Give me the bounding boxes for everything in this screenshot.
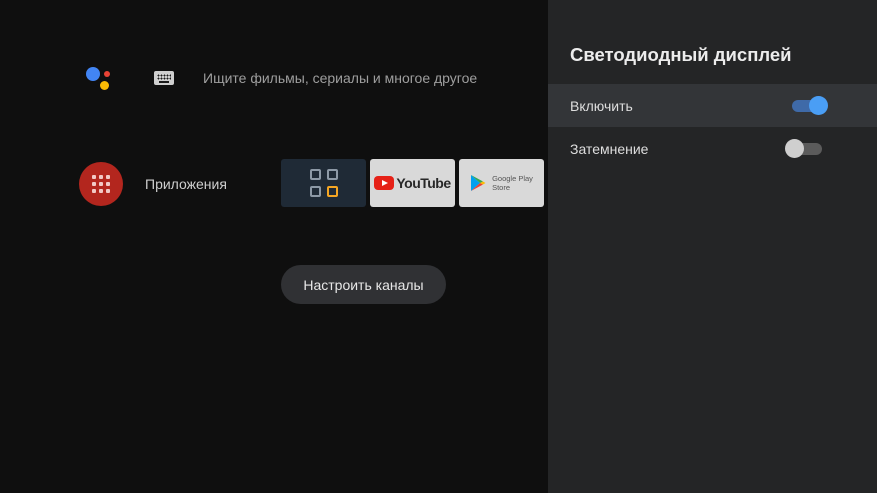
dimming-toggle[interactable] xyxy=(785,138,822,158)
settings-panel: Светодиодный дисплей Включить Затемнение xyxy=(548,0,877,493)
tv-screen: Ищите фильмы, сериалы и многое другое Пр… xyxy=(0,0,877,493)
enable-toggle[interactable] xyxy=(792,95,828,115)
apps-label: Приложения xyxy=(145,176,227,192)
google-assistant-icon[interactable] xyxy=(84,63,114,93)
setting-enable[interactable]: Включить xyxy=(548,84,877,127)
search-placeholder: Ищите фильмы, сериалы и многое другое xyxy=(203,70,478,86)
google-play-tile[interactable]: Google Play Store xyxy=(459,159,544,207)
app-tiles: YouTube Google Play Store xyxy=(281,159,552,207)
setting-dimming-label: Затемнение xyxy=(570,140,649,157)
panel-title: Светодиодный дисплей xyxy=(570,44,792,65)
google-play-line2: Store xyxy=(492,183,510,192)
apps-button[interactable] xyxy=(79,162,123,206)
keyboard-icon[interactable] xyxy=(154,71,174,85)
google-play-line1: Google Play xyxy=(492,174,533,183)
launcher-grid-icon xyxy=(309,169,338,197)
youtube-label: YouTube xyxy=(396,175,451,191)
apps-grid-icon xyxy=(92,175,110,193)
setting-enable-label: Включить xyxy=(570,97,633,114)
google-play-icon xyxy=(471,175,486,191)
youtube-tile[interactable]: YouTube xyxy=(370,159,455,207)
apps-row: Приложения xyxy=(79,160,227,208)
search-bar[interactable]: Ищите фильмы, сериалы и многое другое xyxy=(84,62,477,94)
launcher-tile[interactable] xyxy=(281,159,366,207)
youtube-logo-icon: YouTube xyxy=(374,175,451,191)
setting-dimming[interactable]: Затемнение xyxy=(548,127,877,170)
configure-channels-button[interactable]: Настроить каналы xyxy=(281,265,446,304)
